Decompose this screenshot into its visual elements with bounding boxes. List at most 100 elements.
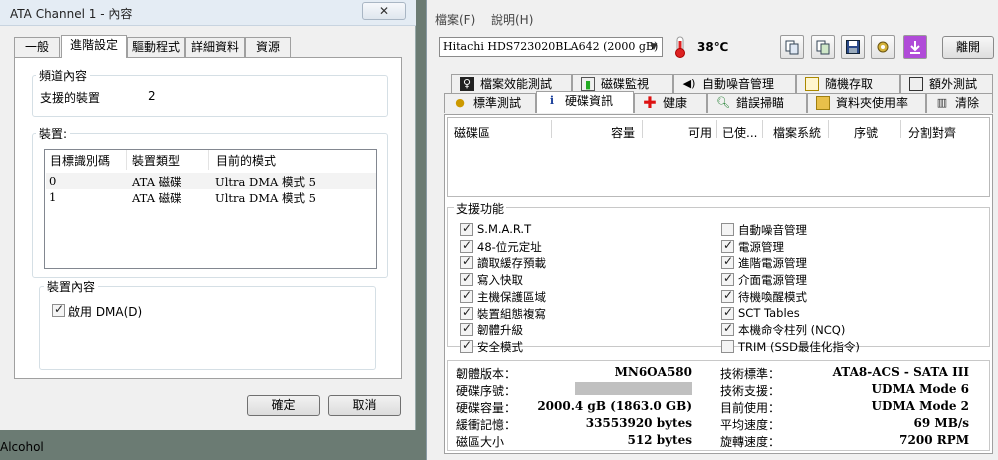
feature-checkbox[interactable] [460,254,473,270]
devices-list[interactable]: 目標識別碼 裝置類型 目前的模式 0 ATA 磁碟 Ultra DMA 模式 5… [44,149,377,269]
column-separator[interactable] [828,120,829,138]
info-icon: i [549,94,555,107]
drive-select-value: Hitachi HDS723020BLA642 (2000 gB) [443,40,659,53]
feature-label: 待機喚醒模式 [738,289,807,304]
info-value: ATA8-ACS - SATA III [832,365,969,379]
column-header-serial[interactable]: 序號 [854,124,878,141]
feature-checkbox[interactable] [460,221,473,236]
tab-general[interactable]: 一般 [14,37,60,57]
column-header-alignment[interactable]: 分割對齊 [908,124,956,141]
options-icon[interactable] [871,35,895,59]
exit-button[interactable]: 離開 [942,36,994,59]
tab-folder-usage[interactable]: 資料夾使用率 [807,93,926,113]
tab-details[interactable]: 詳細資料 [185,37,245,57]
feature-checkbox[interactable] [721,254,734,270]
column-separator[interactable] [642,120,643,138]
column-header-free[interactable]: 可用 [688,124,712,141]
trash-icon: ▥ [936,96,948,109]
feature-checkbox[interactable] [460,271,473,287]
chevron-down-icon[interactable]: ▼ [646,38,662,56]
close-button[interactable]: ✕ [362,2,406,20]
feature-label: 自動噪音管理 [738,223,807,237]
feature-checkbox[interactable] [460,338,473,353]
drive-select[interactable]: Hitachi HDS723020BLA642 (2000 gB) ▼ [439,37,663,57]
feature-checkbox[interactable] [460,305,473,320]
column-separator[interactable] [551,120,552,138]
column-separator[interactable] [126,150,127,170]
benchmark-icon: ● [455,96,465,109]
column-separator[interactable] [716,120,717,138]
column-header-device-type[interactable]: 裝置類型 [132,152,180,169]
copy-info-icon[interactable] [811,35,835,59]
tab-random-access[interactable]: 隨機存取 [796,74,900,94]
tab-benchmark[interactable]: ● 標準測試 [444,93,536,113]
tab-label: 清除 [955,96,980,110]
device-type-cell: ATA 磁碟 [132,175,182,189]
feature-label: TRIM (SSD最佳化指令) [738,339,860,354]
ok-button[interactable]: 確定 [247,395,320,416]
target-id-cell: 0 [49,174,57,188]
column-header-current-mode[interactable]: 目前的模式 [216,152,276,169]
list-item[interactable]: 0 ATA 磁碟 Ultra DMA 模式 5 [46,173,376,189]
feature-checkbox[interactable] [721,321,734,337]
column-separator[interactable] [208,150,209,170]
tab-extra-tests[interactable]: 額外測試 [900,74,993,94]
partition-table[interactable]: 磁碟區 容量 可用 已使... 檔案系統 序號 分割對齊 [447,117,990,197]
tab-aam[interactable]: ◀) 自動噪音管理 [673,74,796,94]
column-header-target-id[interactable]: 目標識別碼 [50,152,110,169]
enable-dma-label[interactable]: 啟用 DMA(D) [68,303,142,320]
download-icon[interactable] [903,35,927,59]
feature-checkbox[interactable] [721,288,734,303]
disk-monitor-icon: ▮ [581,77,595,91]
close-icon: ✕ [378,4,390,18]
properties-dialog: ATA Channel 1 - 內容 ✕ 一般 進階設定 驅動程式 詳細資料 資… [0,0,416,430]
health-cross-icon: ✚ [643,93,657,112]
info-label: 硬碟序號： [456,384,517,398]
column-header-capacity[interactable]: 容量 [611,124,635,141]
feature-checkbox[interactable] [721,238,734,253]
column-header-filesystem[interactable]: 檔案系統 [773,124,821,141]
info-label: 旋轉速度： [720,435,781,449]
desktop-icon-label[interactable]: Alcohol [0,440,44,454]
tab-erase[interactable]: ▥ 清除 [926,93,993,113]
tab-resources[interactable]: 資源 [245,37,291,57]
file-benchmark-icon: ♀ [460,77,474,91]
feature-checkbox[interactable] [721,223,734,236]
save-icon[interactable] [841,35,865,59]
info-label: 緩衝記憶： [456,418,517,432]
thermometer-icon [675,36,685,58]
device-type-cell: ATA 磁碟 [132,191,182,205]
tab-label: 資料夾使用率 [836,96,909,110]
dialog-titlebar[interactable]: ATA Channel 1 - 內容 ✕ [0,0,416,26]
feature-label: 裝置組態複寫 [477,306,546,321]
enable-dma-checkbox[interactable] [52,302,65,317]
menu-help[interactable]: 說明(H) [491,11,533,28]
tab-drive-info[interactable]: i 硬碟資訊 [536,91,634,113]
magnifier-icon: 🔍︎ [716,96,730,109]
column-header-used[interactable]: 已使... [722,124,757,141]
tab-health[interactable]: ✚ 健康 [634,93,707,113]
cancel-button[interactable]: 取消 [328,395,401,416]
column-separator[interactable] [762,120,763,138]
column-header-volume[interactable]: 磁碟區 [454,124,490,141]
column-separator[interactable] [900,120,901,138]
tab-driver[interactable]: 驅動程式 [127,37,185,57]
copy-icon[interactable] [780,35,804,59]
tab-label: 磁碟監視 [601,77,650,91]
serial-redaction [575,382,692,395]
feature-checkbox[interactable] [460,238,473,253]
random-access-icon [805,77,819,91]
info-label: 磁區大小 [456,435,505,449]
tab-error-scan[interactable]: 🔍︎ 錯誤掃瞄 [707,93,807,113]
feature-checkbox[interactable] [721,271,734,287]
menu-file[interactable]: 檔案(F) [435,11,475,28]
feature-label: SCT Tables [738,305,800,320]
feature-checkbox[interactable] [721,305,734,320]
info-label: 硬碟容量： [456,401,517,415]
feature-checkbox[interactable] [721,339,734,353]
feature-checkbox[interactable] [460,321,473,337]
current-mode-cell: Ultra DMA 模式 5 [215,175,316,189]
list-item[interactable]: 1 ATA 磁碟 Ultra DMA 模式 5 [46,189,376,205]
feature-checkbox[interactable] [460,288,473,303]
tab-advanced[interactable]: 進階設定 [61,35,127,58]
